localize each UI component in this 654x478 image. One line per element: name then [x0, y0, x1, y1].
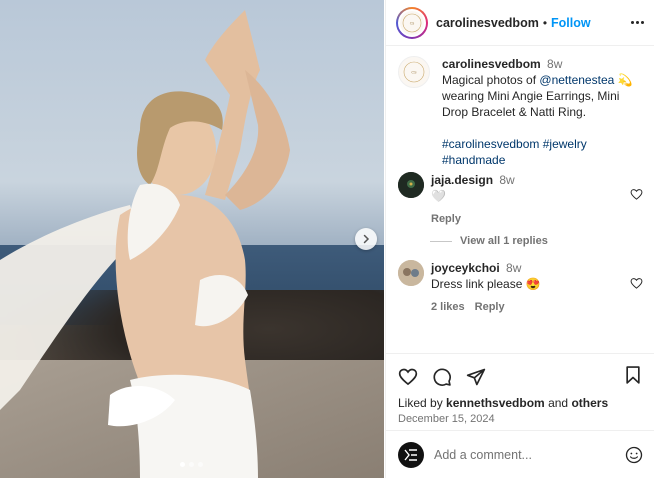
- svg-text:CS: CS: [411, 71, 417, 75]
- heart-icon[interactable]: [630, 277, 643, 290]
- author-avatar[interactable]: CS: [396, 6, 428, 39]
- comment-avatar[interactable]: [398, 172, 424, 198]
- caption-username[interactable]: carolinesvedbom: [442, 57, 541, 71]
- emoji-icon[interactable]: [625, 446, 643, 464]
- caption-text-start: Magical photos of: [442, 73, 540, 87]
- comment-avatar[interactable]: [398, 260, 424, 286]
- post-header: CS carolinesvedbom • Follow: [386, 0, 654, 46]
- follow-button[interactable]: Follow: [551, 16, 591, 30]
- brand-logo: CS: [400, 10, 424, 35]
- liked-by-user[interactable]: kennethsvedbom: [446, 396, 545, 410]
- comment-item: joyceykchoi 8w Dress link please 😍 2 lik…: [398, 260, 643, 315]
- author-username[interactable]: carolinesvedbom: [436, 16, 539, 30]
- svg-text:CS: CS: [410, 21, 415, 25]
- liked-by-others[interactable]: others: [571, 396, 608, 410]
- heart-icon[interactable]: [630, 188, 643, 201]
- carousel-dot: [198, 462, 203, 467]
- post-date[interactable]: December 15, 2024: [398, 413, 643, 425]
- post-caption: CS carolinesvedbom 8w Magical photos of …: [386, 46, 654, 168]
- reply-button[interactable]: Reply: [431, 211, 461, 227]
- reply-button[interactable]: Reply: [475, 299, 505, 315]
- post-actions: Liked by kennethsvedbom and others Decem…: [386, 353, 654, 425]
- share-icon[interactable]: [466, 367, 486, 387]
- comment-username[interactable]: joyceykchoi: [431, 261, 500, 275]
- caption-avatar[interactable]: CS: [398, 56, 430, 88]
- comment-username[interactable]: jaja.design: [431, 173, 493, 187]
- caption-mention[interactable]: @nettenestea: [539, 73, 614, 87]
- comment-icon[interactable]: [432, 367, 452, 387]
- current-user-avatar[interactable]: [398, 441, 424, 468]
- photo-figure: [0, 10, 290, 478]
- add-comment-bar: Add a comment...: [386, 430, 654, 478]
- liked-by: Liked by kennethsvedbom and others: [398, 396, 643, 410]
- replies-line: [430, 240, 452, 242]
- carousel-dots: [180, 462, 203, 467]
- caption-text-end: wearing Mini Angie Earrings, Mini Drop B…: [442, 89, 620, 119]
- comment-likes[interactable]: 2 likes: [431, 299, 465, 315]
- next-photo-button[interactable]: [355, 228, 377, 250]
- comment-item: jaja.design 8w 🤍 Reply: [398, 172, 643, 227]
- carousel-dot: [189, 462, 194, 467]
- comment-text: Dress link please 😍: [431, 277, 541, 291]
- comment-text: 🤍: [431, 189, 446, 203]
- view-replies-button[interactable]: View all 1 replies: [430, 235, 548, 247]
- post-photo[interactable]: [0, 0, 384, 478]
- header-separator: •: [542, 15, 548, 30]
- caption-emoji: 💫: [617, 73, 633, 87]
- bookmark-icon[interactable]: [623, 365, 643, 385]
- view-replies-label: View all 1 replies: [460, 235, 548, 247]
- carousel-dot: [180, 462, 185, 467]
- comment-time[interactable]: 8w: [506, 261, 521, 275]
- liked-by-prefix: Liked by: [398, 396, 447, 410]
- post-details-panel: CS carolinesvedbom • Follow CS carolines…: [385, 0, 654, 478]
- more-icon[interactable]: [631, 21, 644, 24]
- chevron-right-icon: [363, 234, 370, 244]
- liked-by-middle: and: [544, 396, 572, 410]
- comment-input[interactable]: Add a comment...: [434, 448, 625, 462]
- heart-icon[interactable]: [398, 367, 418, 387]
- caption-time[interactable]: 8w: [547, 57, 562, 71]
- caption-hashtags[interactable]: #carolinesvedbom #jewelry #handmade: [442, 137, 587, 167]
- comment-time[interactable]: 8w: [499, 173, 514, 187]
